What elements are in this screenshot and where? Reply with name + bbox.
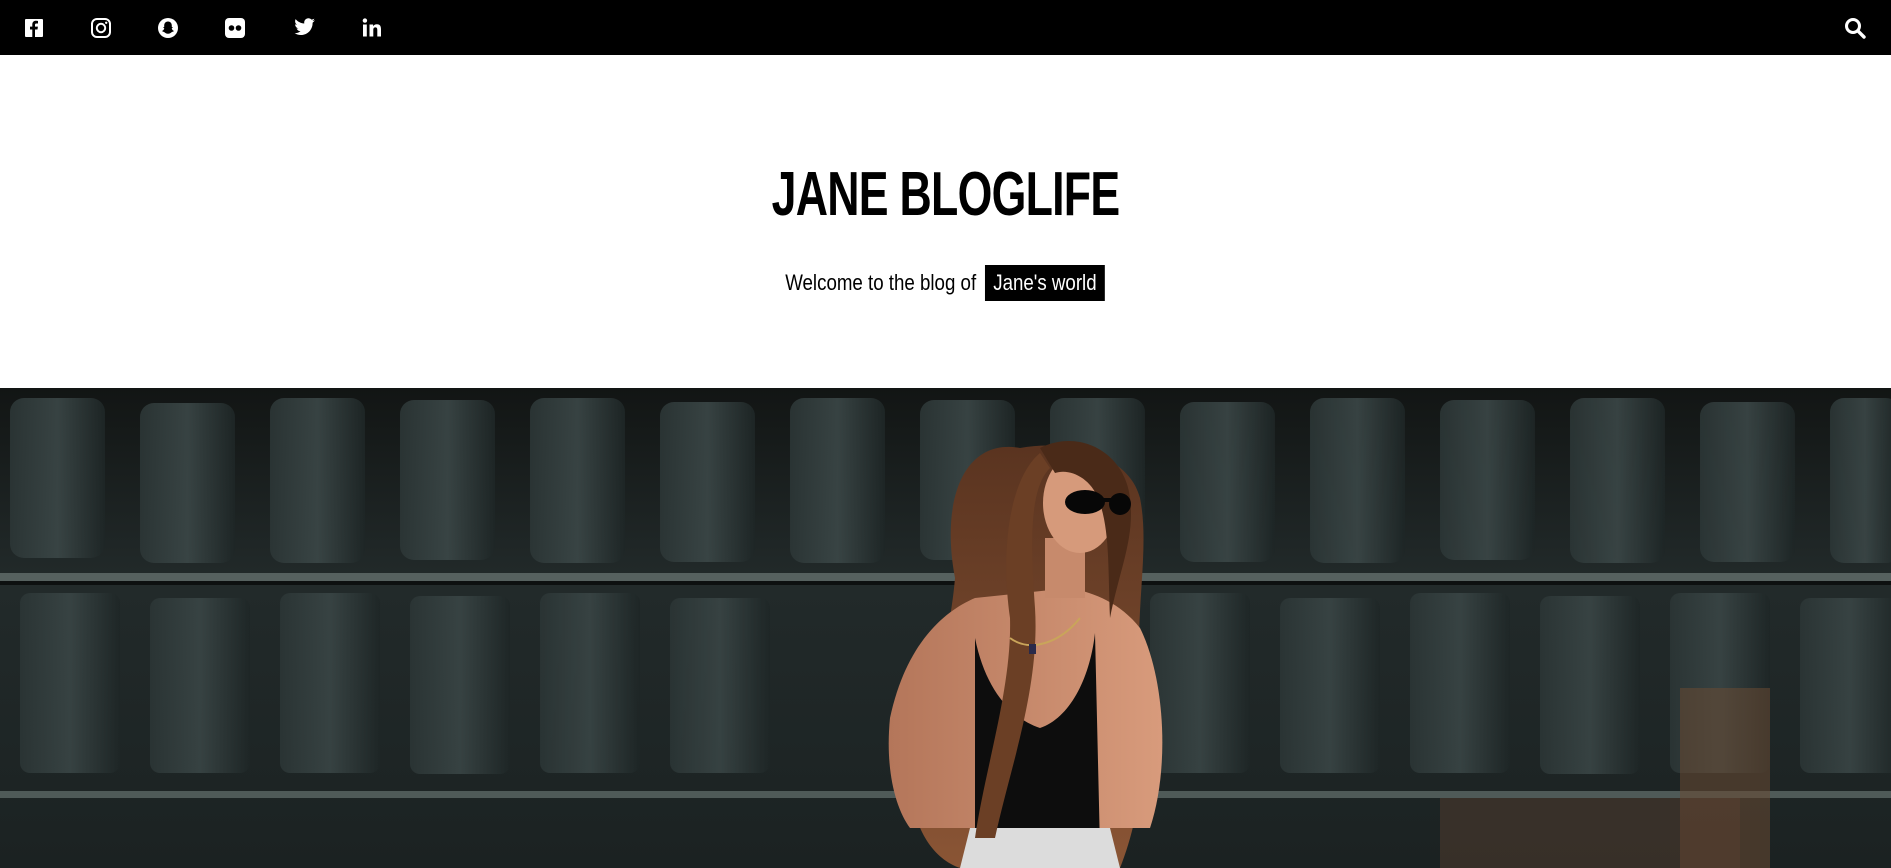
linkedin-icon[interactable]: [354, 0, 390, 55]
facebook-icon[interactable]: [16, 0, 52, 55]
site-title[interactable]: JANE BLOGLIFE: [0, 155, 1891, 235]
site-title-text[interactable]: JANE BLOGLIFE: [772, 155, 1121, 235]
site-tagline: Welcome to the blog of Jane's world: [0, 265, 1891, 301]
tagline-highlight: Jane's world: [985, 265, 1106, 301]
snapchat-icon[interactable]: [150, 0, 186, 55]
search-icon[interactable]: [1837, 0, 1873, 55]
tagline-inner: Welcome to the blog of Jane's world: [786, 265, 1106, 301]
twitter-icon[interactable]: [286, 0, 322, 55]
top-bar: [0, 0, 1891, 55]
hero-image: [0, 388, 1891, 868]
instagram-icon[interactable]: [83, 0, 119, 55]
tagline-text: Welcome to the blog of: [785, 270, 977, 295]
flickr-icon[interactable]: [217, 0, 253, 55]
site-header: JANE BLOGLIFE Welcome to the blog of Jan…: [0, 55, 1891, 388]
